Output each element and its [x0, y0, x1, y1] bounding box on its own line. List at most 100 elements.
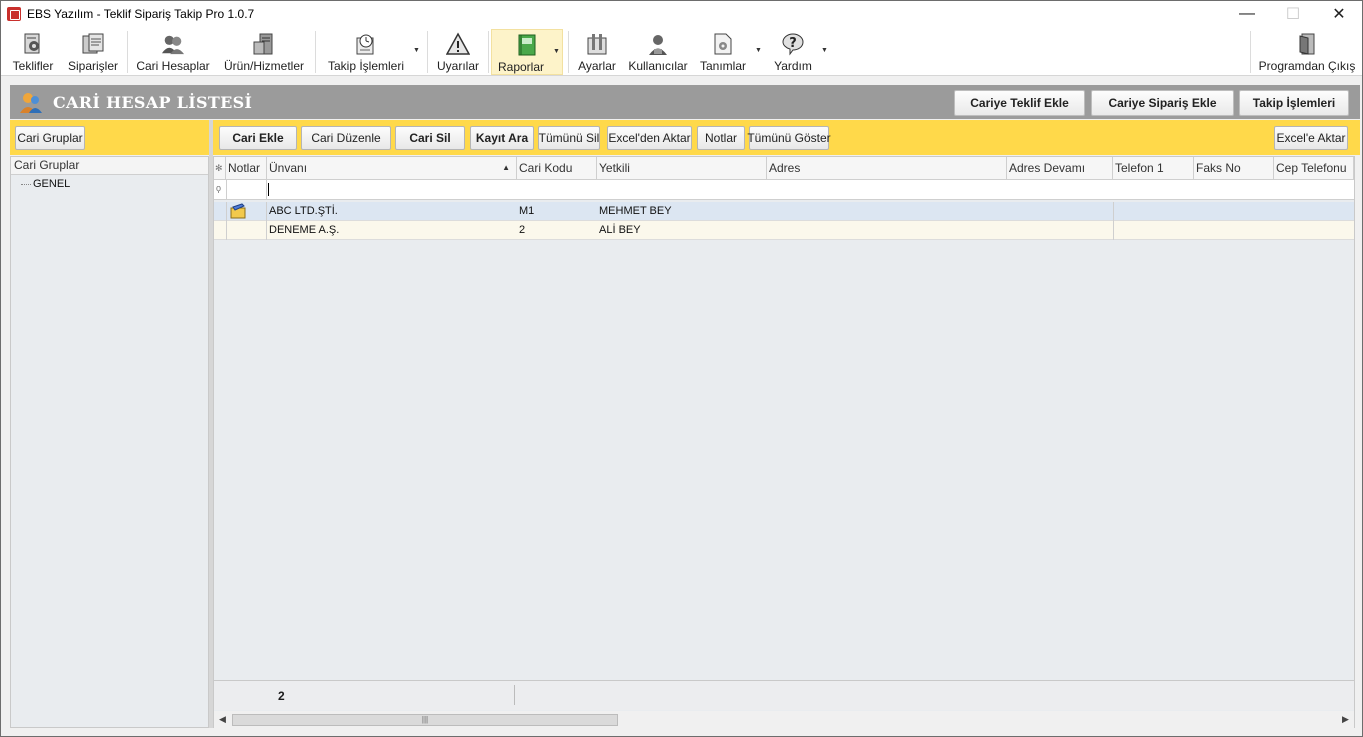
toolbar-label: Yardım [774, 59, 812, 73]
kayit-ara-button[interactable]: Kayıt Ara [470, 126, 534, 150]
cell-divider [1113, 202, 1114, 221]
cell-divider [226, 202, 227, 221]
cari-grid: ✻ Notlar Ünvanı ▲ Cari Kodu Yetkili Adre… [213, 156, 1355, 728]
takip-dropdown-arrow-icon[interactable]: ▼ [413, 47, 420, 54]
grid-action-bar: Cari Ekle Cari Düzenle Cari Sil Kayıt Ar… [213, 120, 1360, 155]
tools-icon [585, 31, 609, 57]
cell-divider [266, 180, 267, 200]
toolbar-yardim-button[interactable]: ? Yardım [769, 29, 817, 75]
cari-ekle-button[interactable]: Cari Ekle [219, 126, 297, 150]
toolbar-label: Ürün/Hizmetler [223, 59, 304, 73]
toolbar-takip-islemleri-button[interactable]: Takip İşlemleri [324, 29, 408, 75]
minimize-button[interactable]: — [1224, 1, 1270, 27]
toolbar-label: Raporlar [497, 60, 545, 74]
cell-unvani: DENEME A.Ş. [269, 224, 340, 236]
warning-icon [446, 31, 470, 57]
cell-divider [1113, 221, 1114, 240]
column-header-label: Ünvanı [269, 161, 308, 175]
cari-users-icon [18, 90, 44, 114]
cell-divider [226, 221, 227, 240]
yardim-dropdown-arrow-icon[interactable]: ▼ [821, 47, 828, 54]
toolbar-label: Cari Hesaplar [136, 59, 210, 73]
close-button[interactable]: ✕ [1316, 1, 1362, 27]
scroll-right-icon[interactable]: ▶ [1337, 711, 1354, 728]
toolbar-programdan-cikis-button[interactable]: Programdan Çıkış [1257, 29, 1357, 75]
column-header-unvani[interactable]: Ünvanı ▲ [267, 157, 517, 180]
toolbar-label: Tanımlar [699, 59, 746, 73]
toolbar-divider [568, 31, 569, 73]
filter-row[interactable]: ϙ [214, 180, 1354, 200]
toolbar-urun-hizmetler-button[interactable]: Ürün/Hizmetler [219, 29, 309, 75]
toolbar-label: Takip İşlemleri [327, 59, 405, 73]
cari-duzenle-button[interactable]: Cari Düzenle [301, 126, 391, 150]
cari-gruplar-button[interactable]: Cari Gruplar [15, 126, 85, 150]
tree-item-genel[interactable]: GENEL [11, 175, 208, 193]
column-header-yetkili[interactable]: Yetkili [597, 157, 767, 180]
cell-cari-kodu: 2 [519, 224, 526, 236]
toolbar-divider [127, 31, 128, 73]
table-row[interactable]: DENEME A.Ş. 2 ALİ BEY [214, 221, 1354, 240]
filter-icon: ϙ [216, 183, 222, 193]
title-bar: EBS Yazılım - Teklif Sipariş Takip Pro 1… [1, 1, 1362, 27]
toolbar-teklifler-button[interactable]: Teklifler [9, 29, 57, 75]
tumunu-goster-button[interactable]: Tümünü Göster [747, 126, 831, 150]
window-title: EBS Yazılım - Teklif Sipariş Takip Pro 1… [27, 7, 255, 21]
tree-header: Cari Gruplar [11, 157, 208, 175]
app-logo-icon [7, 7, 21, 21]
main-toolbar: Teklifler Siparişler Cari Hesaplar Ürün/… [1, 27, 1362, 76]
column-header-notlar[interactable]: Notlar [226, 157, 267, 180]
report-book-icon [515, 32, 539, 58]
filter-input-caret [268, 183, 269, 196]
table-row[interactable]: ABC LTD.ŞTİ. M1 MEHMET BEY [214, 202, 1354, 221]
maximize-button[interactable]: ☐ [1270, 1, 1316, 27]
toolbar-divider [488, 31, 489, 73]
toolbar-uyarilar-button[interactable]: Uyarılar [435, 29, 481, 75]
cari-groups-tree: Cari Gruplar GENEL [10, 156, 209, 728]
cariye-teklif-ekle-button[interactable]: Cariye Teklif Ekle [954, 90, 1085, 116]
cariye-siparis-ekle-button[interactable]: Cariye Sipariş Ekle [1091, 90, 1234, 116]
cari-sil-button[interactable]: Cari Sil [395, 126, 465, 150]
cell-yetkili: MEHMET BEY [599, 205, 672, 217]
column-header-adres-devami[interactable]: Adres Devamı [1007, 157, 1113, 180]
user-icon [646, 31, 670, 57]
exit-door-icon [1295, 31, 1319, 57]
toolbar-cari-hesaplar-button[interactable]: Cari Hesaplar [136, 29, 210, 75]
tanimlar-dropdown-arrow-icon[interactable]: ▼ [755, 47, 762, 54]
left-panel-toolbar: Cari Gruplar [10, 120, 209, 155]
column-header-cari-kodu[interactable]: Cari Kodu [517, 157, 597, 180]
app-window: EBS Yazılım - Teklif Sipariş Takip Pro 1… [0, 0, 1363, 737]
page-header: CARİ HESAP LİSTESİ Cariye Teklif Ekle Ca… [10, 85, 1360, 119]
toolbar-label: Siparişler [67, 59, 118, 73]
toolbar-raporlar-button[interactable]: Raporlar ▼ [491, 29, 563, 75]
toolbar-label: Uyarılar [436, 59, 479, 73]
scrollbar-thumb[interactable]: ||| [232, 714, 618, 726]
column-header-adres[interactable]: Adres [767, 157, 1007, 180]
horizontal-scrollbar[interactable]: ◀ ||| ▶ [214, 711, 1354, 728]
takip-islemleri-button[interactable]: Takip İşlemleri [1239, 90, 1349, 116]
page-title: CARİ HESAP LİSTESİ [53, 93, 253, 112]
column-header-faks-no[interactable]: Faks No [1194, 157, 1274, 180]
settings-doc-icon [711, 31, 735, 57]
window-controls: — ☐ ✕ [1224, 1, 1362, 27]
toolbar-kullanicilar-button[interactable]: Kullanıcılar [627, 29, 689, 75]
column-header-cep-telefonu[interactable]: Cep Telefonu [1274, 157, 1354, 180]
note-pencil-icon[interactable] [229, 203, 247, 222]
column-header-telefon-1[interactable]: Telefon 1 [1113, 157, 1194, 180]
toolbar-ayarlar-button[interactable]: Ayarlar [575, 29, 619, 75]
excele-aktar-button[interactable]: Excel'e Aktar [1274, 126, 1348, 150]
toolbar-tanimlar-button[interactable]: Tanımlar [695, 29, 751, 75]
tumunu-sil-button[interactable]: Tümünü Sil [538, 126, 600, 150]
raporlar-dropdown-arrow-icon[interactable]: ▼ [553, 48, 560, 55]
cell-yetkili: ALİ BEY [599, 224, 641, 236]
toolbar-divider [315, 31, 316, 73]
excelden-aktar-button[interactable]: Excel'den Aktar [607, 126, 692, 150]
toolbar-siparisler-button[interactable]: Siparişler [67, 29, 119, 75]
server-icon [252, 31, 276, 57]
siparisler-icon [81, 31, 105, 57]
scroll-left-icon[interactable]: ◀ [214, 711, 231, 728]
sort-ascending-icon: ▲ [502, 163, 510, 172]
toolbar-divider [427, 31, 428, 73]
toolbar-label: Teklifler [12, 59, 54, 73]
notlar-button[interactable]: Notlar [697, 126, 745, 150]
help-icon: ? [781, 31, 805, 57]
